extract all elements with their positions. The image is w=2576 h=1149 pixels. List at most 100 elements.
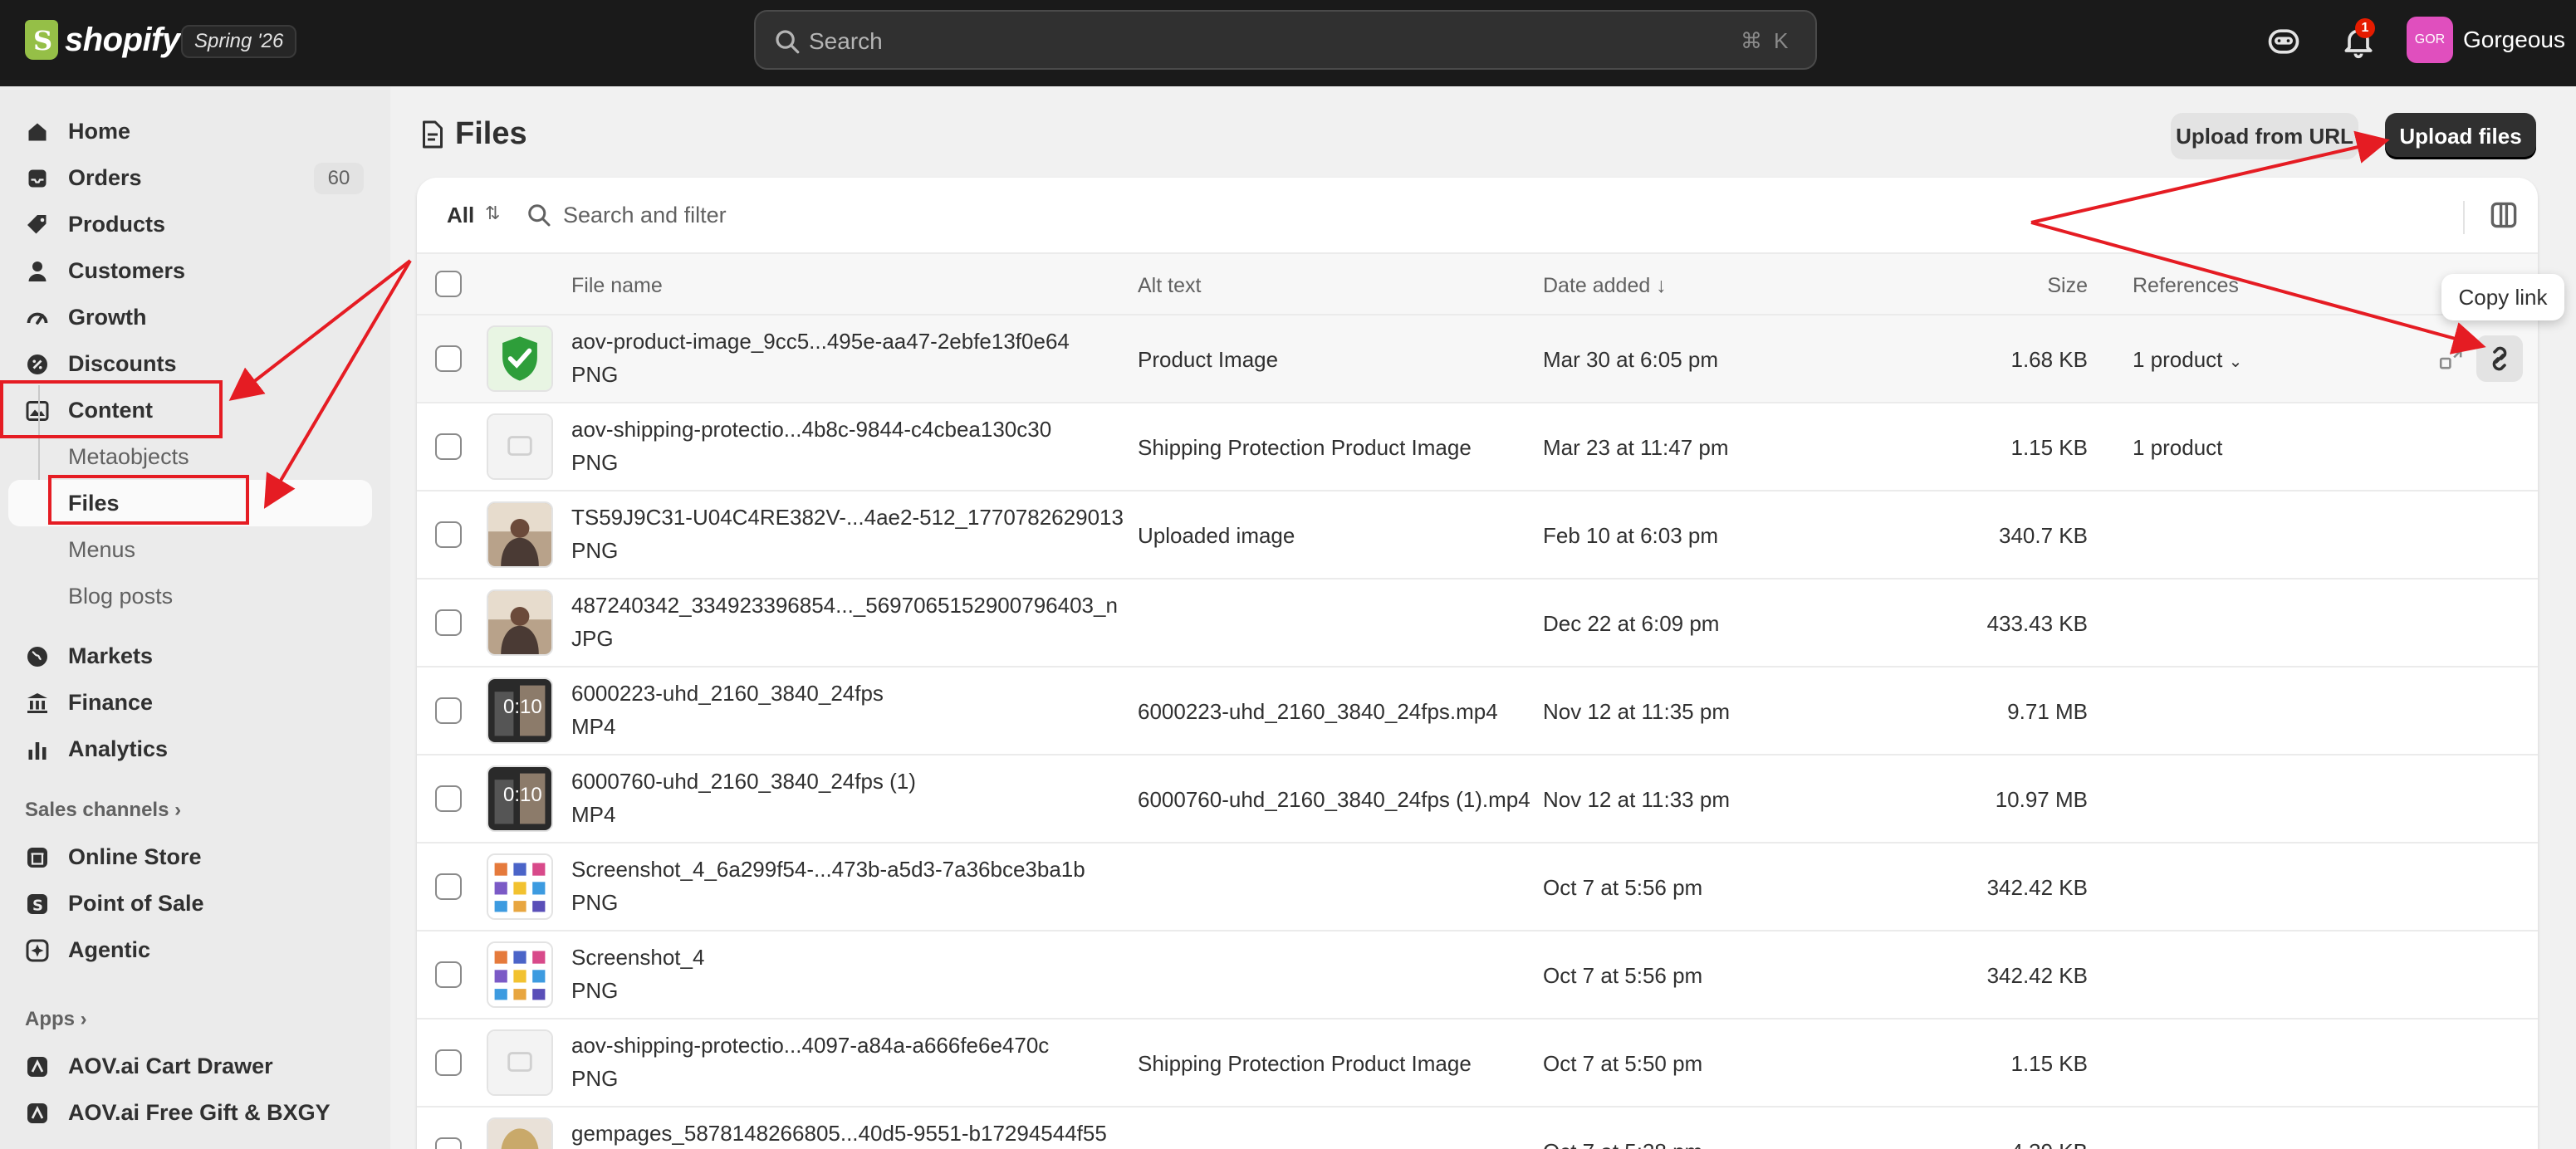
file-thumbnail[interactable] [487, 1029, 553, 1096]
table-row[interactable]: gempages_5878148266805...40d5-9551-b1729… [417, 1107, 2538, 1149]
file-name[interactable]: aov-shipping-protectio...4097-a84a-a666f… [571, 1033, 1049, 1059]
table-row[interactable]: 0:10 6000223-uhd_2160_3840_24fps MP4 600022… [417, 667, 2538, 755]
file-thumbnail[interactable] [487, 1117, 553, 1149]
store-name[interactable]: Gorgeous [2463, 27, 2565, 53]
file-type: MP4 [571, 714, 616, 739]
file-size: 342.42 KB [1986, 963, 2088, 988]
file-name[interactable]: TS59J9C31-U04C4RE382V-...4ae2-512_177078… [571, 505, 1124, 530]
sidebar-item-menus[interactable]: Menus [8, 526, 372, 573]
apps-title: Apps [25, 1008, 75, 1030]
row-checkbox[interactable] [435, 697, 462, 724]
file-name[interactable]: gempages_5878148266805...40d5-9551-b1729… [571, 1121, 1107, 1147]
row-checkbox[interactable] [435, 1049, 462, 1076]
avatar[interactable]: GOR [2407, 17, 2453, 63]
file-name[interactable]: 6000223-uhd_2160_3840_24fps [571, 681, 884, 707]
view-select[interactable]: All [447, 203, 474, 228]
file-thumbnail[interactable] [487, 589, 553, 656]
row-checkbox[interactable] [435, 609, 462, 636]
file-name[interactable]: aov-shipping-protectio...4b8c-9844-c4cbe… [571, 417, 1051, 442]
table-row[interactable]: 0:10 6000760-uhd_2160_3840_24fps (1) MP4 60… [417, 755, 2538, 843]
references[interactable]: 1 product ⌄ [2133, 347, 2242, 373]
table-row[interactable]: aov-shipping-protectio...4b8c-9844-c4cbe… [417, 403, 2538, 491]
header-file-name[interactable]: File name [571, 274, 663, 298]
date-added: Mar 23 at 11:47 pm [1543, 435, 1729, 460]
sidebar-item-aov-free-gift[interactable]: AOV.ai Free Gift & BXGY [8, 1089, 372, 1136]
upload-files-button[interactable]: Upload files [2385, 113, 2536, 159]
sales-channels-heading[interactable]: Sales channels › [25, 799, 181, 822]
home-icon [28, 123, 47, 141]
search-and-filter-input[interactable]: Search and filter [563, 203, 727, 228]
bar-chart-icon [28, 742, 47, 760]
row-checkbox[interactable] [435, 521, 462, 548]
file-thumbnail[interactable] [487, 853, 553, 920]
sidebar-item-markets[interactable]: Markets [8, 633, 372, 679]
sidebar-item-label: Customers [68, 257, 186, 283]
row-checkbox[interactable] [435, 1137, 462, 1149]
file-name[interactable]: 6000760-uhd_2160_3840_24fps (1) [571, 769, 916, 795]
select-all-checkbox[interactable] [435, 271, 462, 297]
header-size[interactable]: Size [2047, 274, 2088, 298]
bank-icon [27, 693, 47, 713]
shopify-logo[interactable]: shopify [25, 20, 180, 60]
replace-icon[interactable] [2438, 345, 2465, 372]
table-row[interactable]: TS59J9C31-U04C4RE382V-...4ae2-512_177078… [417, 491, 2538, 579]
file-thumbnail[interactable] [487, 941, 553, 1008]
apps-heading[interactable]: Apps › [25, 1008, 87, 1031]
copy-link-button[interactable] [2476, 335, 2523, 382]
file-thumbnail[interactable] [487, 501, 553, 568]
row-checkbox[interactable] [435, 785, 462, 812]
file-thumbnail[interactable]: 0:10 [487, 677, 553, 744]
agentic-icon [26, 939, 49, 962]
alt-text: Shipping Protection Product Image [1138, 1051, 1472, 1076]
file-thumbnail[interactable] [487, 325, 553, 392]
file-type: PNG [571, 362, 619, 387]
sidebar-item-analytics[interactable]: Analytics [8, 726, 372, 772]
sidebar-item-label: Blog posts [68, 583, 174, 609]
global-search-input[interactable]: Search ⌘ K [754, 10, 1817, 70]
table-row[interactable]: Screenshot_4_6a299f54-...473b-a5d3-7a36b… [417, 843, 2538, 931]
row-checkbox[interactable] [435, 961, 462, 988]
page-header: Files [420, 116, 527, 152]
sidebar-item-label: Analytics [68, 736, 169, 761]
table-row[interactable]: Screenshot_4 PNG Oct 7 at 5:56 pm 342.42 KB [417, 931, 2538, 1019]
sidekick-icon[interactable] [2265, 23, 2302, 60]
sidebar-item-label: Discounts [68, 350, 177, 376]
file-name[interactable]: Screenshot_4_6a299f54-...473b-a5d3-7a36b… [571, 857, 1085, 883]
file-type: PNG [571, 978, 619, 1003]
table-row[interactable]: aov-shipping-protectio...4097-a84a-a666f… [417, 1019, 2538, 1107]
file-size: 342.42 KB [1986, 875, 2088, 900]
header-date-added[interactable]: Date added ↓ [1543, 274, 1667, 298]
upload-from-url-button[interactable]: Upload from URL [2171, 113, 2358, 159]
sidebar-item-point-of-sale[interactable]: S Point of Sale [8, 880, 372, 927]
sidebar-item-products[interactable]: Products [8, 201, 372, 247]
alt-text: Uploaded image [1138, 523, 1295, 548]
sidebar-item-finance[interactable]: Finance [8, 679, 372, 726]
file-thumbnail[interactable]: 0:10 [487, 765, 553, 832]
file-type: PNG [571, 538, 619, 563]
row-checkbox[interactable] [435, 873, 462, 900]
file-name[interactable]: 487240342_334923396854..._56970651529007… [571, 593, 1118, 619]
sidebar-item-online-store[interactable]: Online Store [8, 834, 372, 880]
file-name[interactable]: Screenshot_4 [571, 945, 704, 971]
sidebar-item-orders[interactable]: Orders 60 [8, 154, 372, 201]
row-checkbox[interactable] [435, 345, 462, 372]
row-checkbox[interactable] [435, 433, 462, 460]
search-icon [776, 30, 800, 54]
sidebar-item-home[interactable]: Home [8, 108, 372, 154]
file-name[interactable]: aov-product-image_9cc5...495e-aa47-2ebfe… [571, 329, 1070, 354]
sidebar-item-aov-cart-drawer[interactable]: AOV.ai Cart Drawer [8, 1043, 372, 1089]
sidebar-item-growth[interactable]: Growth [8, 294, 372, 340]
columns-icon[interactable] [2490, 201, 2518, 229]
table-row[interactable]: aov-product-image_9cc5...495e-aa47-2ebfe… [417, 315, 2538, 403]
sort-updown-icon[interactable]: ⇅ [485, 203, 500, 224]
sidebar-item-metaobjects[interactable]: Metaobjects [8, 433, 372, 480]
file-thumbnail[interactable] [487, 413, 553, 480]
table-row[interactable]: 487240342_334923396854..._56970651529007… [417, 579, 2538, 667]
file-type: PNG [571, 450, 619, 475]
video-duration: 0:10 [503, 696, 542, 718]
sidebar-item-blog-posts[interactable]: Blog posts [8, 573, 372, 619]
file-type: PNG [571, 1066, 619, 1091]
sidebar-item-customers[interactable]: Customers [8, 247, 372, 294]
sidebar-item-agentic[interactable]: Agentic [8, 927, 372, 973]
app-icon [27, 1103, 47, 1123]
